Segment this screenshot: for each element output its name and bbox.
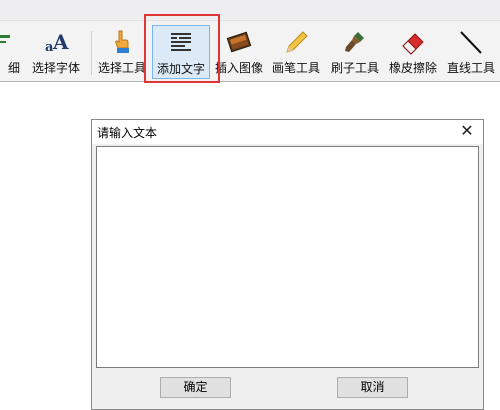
tool-pencil[interactable]: 画笔工具	[268, 25, 324, 79]
highlight-box	[144, 14, 220, 83]
tool-brush[interactable]: 刷子工具	[327, 25, 383, 79]
close-icon[interactable]: ✕	[459, 123, 475, 139]
toolbar-separator	[91, 31, 92, 75]
line-icon	[457, 29, 485, 55]
tool-thickness[interactable]: 细	[0, 25, 22, 79]
tool-thickness-label: 细	[7, 61, 20, 75]
font-icon: a A	[42, 29, 70, 55]
thickness-icon	[0, 29, 18, 55]
eraser-icon	[399, 29, 427, 55]
tool-select[interactable]: 选择工具	[95, 25, 149, 79]
cancel-button[interactable]: 取消	[337, 377, 408, 398]
tool-brush-label: 刷子工具	[330, 61, 379, 75]
svg-text:A: A	[52, 30, 69, 54]
tool-select-font[interactable]: a A 选择字体	[28, 25, 84, 79]
app-window: 细 a A 选择字体 选择工具 添加文字 插入图像 画笔工具 刷子工具 橡皮擦除…	[0, 0, 500, 410]
insert-image-icon	[225, 29, 253, 55]
window-top-strip	[0, 0, 500, 20]
toolbar: 细 a A 选择字体 选择工具 添加文字 插入图像 画笔工具 刷子工具 橡皮擦除…	[0, 20, 500, 82]
text-input-dialog: 请输入文本 ✕ 确定 取消	[91, 119, 484, 410]
tool-select-font-label: 选择字体	[31, 61, 80, 75]
dialog-titlebar: 请输入文本 ✕	[92, 120, 483, 144]
pencil-icon	[282, 29, 310, 55]
dialog-title: 请输入文本	[97, 126, 158, 140]
pointer-hand-icon	[108, 29, 136, 55]
tool-line[interactable]: 直线工具	[443, 25, 499, 79]
text-input-field[interactable]	[96, 146, 479, 368]
tool-eraser[interactable]: 橡皮擦除	[385, 25, 441, 79]
tool-pencil-label: 画笔工具	[271, 61, 320, 75]
tool-select-label: 选择工具	[97, 61, 146, 75]
tool-insert-image-label: 插入图像	[214, 61, 263, 75]
ok-button[interactable]: 确定	[160, 377, 231, 398]
tool-line-label: 直线工具	[446, 61, 495, 75]
brush-icon	[341, 29, 369, 55]
tool-eraser-label: 橡皮擦除	[388, 61, 437, 75]
tool-insert-image[interactable]: 插入图像	[212, 25, 266, 79]
